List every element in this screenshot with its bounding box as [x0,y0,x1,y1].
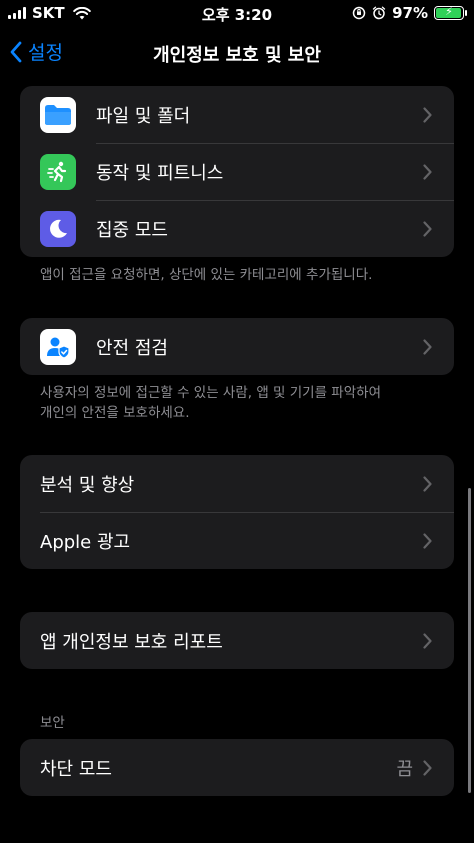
report-group: 앱 개인정보 보호 리포트 [20,612,454,669]
chevron-right-icon [423,338,432,355]
moon-icon [40,210,76,247]
battery-percent: 97% [392,4,428,22]
security-section-header: 보안 [40,715,65,731]
alarm-icon [372,6,386,20]
list-item-label: 동작 및 피트니스 [96,162,224,184]
list-item-label: 안전 점검 [96,337,168,359]
battery-icon: ⚡ [434,5,467,20]
list-item-label: 분석 및 향상 [40,474,135,496]
safety-footer: 사용자의 정보에 접근할 수 있는 사람, 앱 및 기기를 파악하여 개인의 안… [40,383,440,423]
list-item-label: 앱 개인정보 보호 리포트 [40,631,223,653]
list-item-app-privacy-report[interactable]: 앱 개인정보 보호 리포트 [20,612,454,669]
status-right: 97% ⚡ [352,4,467,22]
navigation-bar: 설정 개인정보 보호 및 보안 [0,28,474,78]
list-item-apple-ads[interactable]: Apple 광고 [20,512,454,569]
analytics-group: 분석 및 향상 Apple 광고 [20,455,454,569]
orientation-lock-icon [352,6,366,20]
chevron-right-icon [423,632,432,649]
status-bar: SKT 오후 3:20 97% ⚡ [0,0,474,28]
chevron-right-icon [423,220,432,237]
lockdown-status-value: 끔 [396,758,413,780]
chevron-right-icon [423,532,432,549]
safety-group: 안전 점검 [20,318,454,375]
list-item-lockdown-mode[interactable]: 차단 모드 끔 [20,739,454,796]
permissions-footer: 앱이 접근을 요청하면, 상단에 있는 카테고리에 추가됩니다. [40,267,373,283]
permissions-group: 파일 및 폴더 동작 및 피트니스 집중 모드 [20,86,454,257]
chevron-right-icon [423,759,432,776]
folder-icon [40,96,76,133]
security-group: 차단 모드 끔 [20,739,454,796]
list-item-files-folders[interactable]: 파일 및 폴더 [20,86,454,143]
page-title: 개인정보 보호 및 보안 [153,45,321,66]
scroll-indicator[interactable] [468,488,471,793]
list-item-label: 파일 및 폴더 [96,105,191,127]
chevron-right-icon [423,475,432,492]
list-item-label: 차단 모드 [40,758,112,780]
list-item-label: 집중 모드 [96,219,168,241]
list-item-analytics[interactable]: 분석 및 향상 [20,455,454,512]
safety-footer-line1: 사용자의 정보에 접근할 수 있는 사람, 앱 및 기기를 파악하여 [40,385,381,401]
safety-footer-line2: 개인의 안전을 보호하세요. [40,405,190,421]
list-item-focus[interactable]: 집중 모드 [20,200,454,257]
list-item-safety-check[interactable]: 안전 점검 [20,318,454,375]
charging-bolt-icon: ⚡ [445,5,453,18]
list-item-motion-fitness[interactable]: 동작 및 피트니스 [20,143,454,200]
chevron-right-icon [423,163,432,180]
fitness-runner-icon [40,153,76,190]
list-item-label: Apple 광고 [40,531,131,553]
chevron-right-icon [423,106,432,123]
person-shield-icon [40,328,76,365]
